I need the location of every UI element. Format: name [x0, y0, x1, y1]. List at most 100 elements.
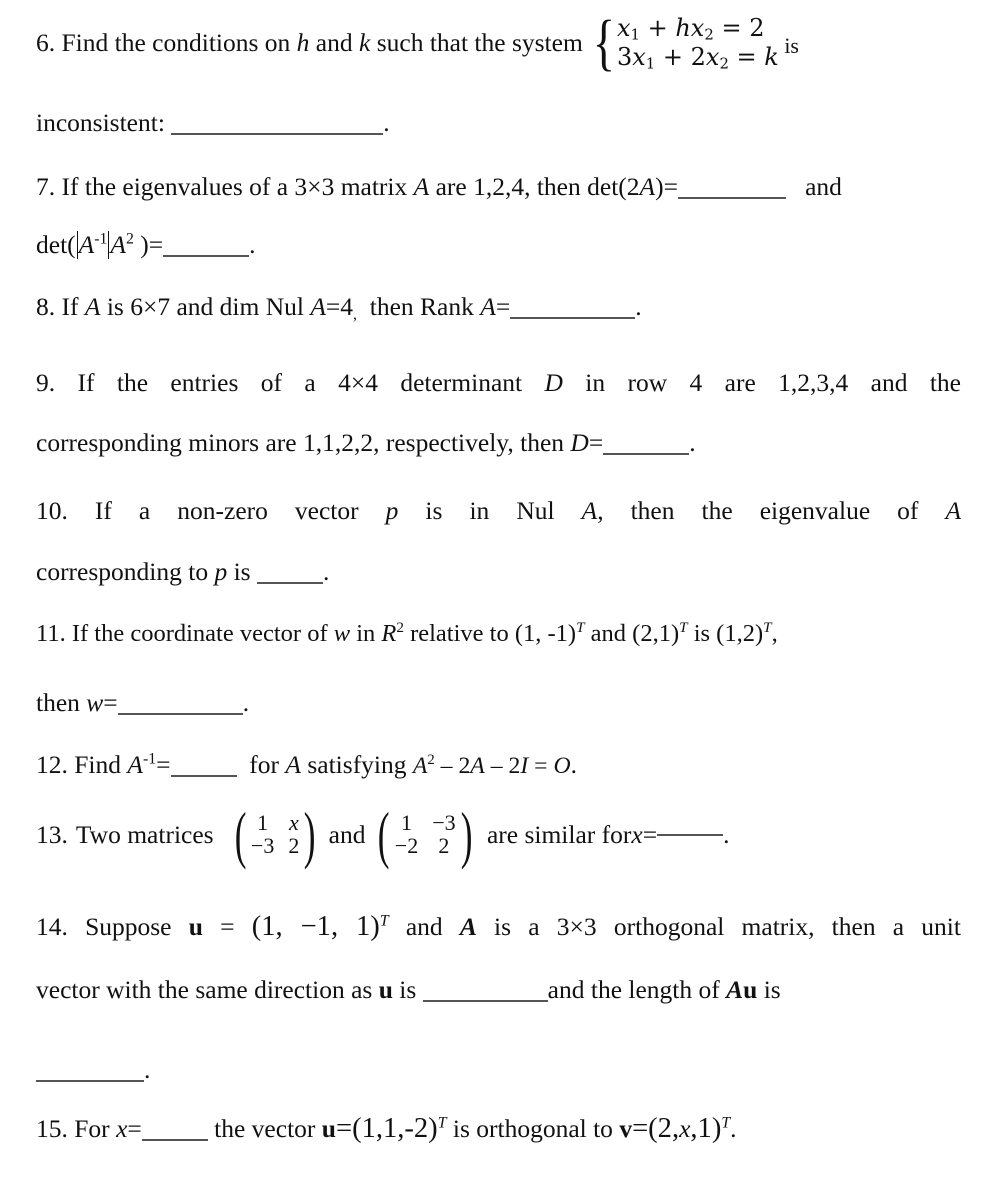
det-bar-left-icon — [76, 230, 78, 260]
question-7-line-2: det(A-1 A2 )=. — [36, 230, 256, 260]
q8-text-a: If — [61, 292, 85, 321]
q11-var-w2: w — [86, 688, 104, 717]
q11-text-a: If the coordinate vector of — [71, 620, 334, 647]
question-14-line-2: vector with the same direction as u is a… — [36, 975, 961, 1005]
q14-text-d: vector with the same direction as — [36, 975, 379, 1004]
question-14-line-3: . — [36, 1055, 961, 1085]
q8-text-c: =4 — [325, 292, 354, 321]
q10-text-b: is in Nul — [398, 496, 582, 525]
question-9-line-1: 9. If the entries of a 4×4 determinant D… — [36, 368, 961, 398]
q14-text-a: Suppose — [85, 912, 189, 941]
q9-text-b: in row 4 are 1,2,3,4 and the — [562, 368, 962, 397]
q9-var-D2: D — [570, 428, 589, 457]
question-8-number: 8. — [36, 292, 56, 321]
q14-text-f: and the length of — [547, 975, 727, 1004]
question-6-line-2: inconsistent: . — [36, 108, 961, 138]
q13-answer-blank[interactable] — [657, 834, 724, 837]
q14-var-Au-u: u — [743, 975, 758, 1004]
q13-var-x: x — [631, 820, 643, 850]
q15-text-b: the vector — [207, 1114, 322, 1143]
q7-text-c: )= — [655, 172, 678, 201]
q10-var-p2: p — [214, 557, 228, 586]
q15-period: . — [730, 1114, 737, 1143]
q6-text-is: is — [784, 33, 799, 59]
question-9: 9. If the entries of a 4×4 determinant D… — [36, 368, 961, 398]
question-10-line-1: 10. If a non-zero vector p is in Nul A, … — [36, 496, 961, 526]
q11-text-d: and (2,1) — [584, 620, 680, 647]
q11-text-b: in — [350, 620, 382, 647]
q7-var-A: A — [413, 172, 430, 201]
q14-var-u2: u — [378, 975, 393, 1004]
question-7: 7. If the eigenvalues of a 3×3 matrix A … — [36, 172, 961, 202]
question-9-number: 9. — [36, 368, 56, 397]
q7-text-a: If the eigenvalues of a 3×3 matrix — [61, 172, 414, 201]
q14-equals: = — [202, 912, 252, 941]
q7-text-and: and — [805, 172, 842, 201]
question-14-line-1: 14. Suppose u = (1, −1, 1)T and A is a 3… — [36, 911, 961, 942]
q12-eq-A: A — [412, 753, 428, 779]
q13-matrix-1: ( 1x −3 2 ) — [230, 802, 321, 866]
q13-m2-r0c1: −3 — [432, 810, 456, 835]
q10-text-a: If a non-zero vector — [94, 496, 386, 525]
right-paren-icon: ) — [460, 798, 473, 870]
q13-period: . — [723, 820, 730, 850]
q12-answer-blank[interactable] — [170, 775, 237, 777]
q13-m1-r0c0: 1 — [257, 810, 269, 835]
q11-var-R: R — [381, 620, 397, 647]
question-11-line-2: then w=. — [36, 688, 961, 718]
question-14: 14. Suppose u = (1, −1, 1)T and A is a 3… — [36, 910, 961, 944]
q12-text-c: satisfying — [300, 750, 413, 779]
q8-text-b: is 6×7 and dim Nul — [100, 292, 311, 321]
q15-var-x: x — [116, 1114, 128, 1143]
q7-answer-blank-1[interactable] — [677, 197, 786, 199]
q9-text-a: If the entries of a 4×4 determinant — [77, 368, 545, 397]
q6-answer-blank[interactable] — [171, 133, 384, 135]
q12-period: . — [570, 750, 577, 779]
q10-text-e: is — [227, 557, 257, 586]
question-11: 11. If the coordinate vector of w in R2 … — [36, 620, 961, 649]
q8-period: . — [635, 292, 642, 321]
q11-text-e: is (1,2) — [687, 620, 764, 647]
q13-m2-r1c1: 2 — [438, 833, 450, 859]
q11-text-f: then — [36, 688, 87, 717]
q7-answer-blank-2[interactable] — [163, 255, 250, 257]
q8-text-d: then Rank — [369, 292, 481, 321]
q8-var-A2: A — [310, 292, 326, 321]
question-11-number: 11. — [36, 620, 66, 647]
q7-var-A2: A — [639, 172, 656, 201]
question-12-number: 12. — [36, 750, 68, 779]
q14-answer-blank-2[interactable] — [36, 1080, 144, 1082]
question-10-line-2: corresponding to p is . — [36, 557, 961, 587]
q8-var-A: A — [84, 292, 101, 321]
q9-answer-blank[interactable] — [603, 453, 690, 455]
question-13: 13. Two matrices ( 1x −3 2 ) and ( 1 −3 −2… — [36, 798, 961, 870]
q6-period: . — [383, 108, 390, 137]
q7-period: . — [249, 230, 256, 259]
q11-answer-blank[interactable] — [117, 713, 243, 715]
q13-m1-r0c1: x — [288, 810, 299, 835]
q15-v-vector-pre: =(2, — [632, 1113, 680, 1144]
q7-text-b: are 1,2,4, then det(2 — [429, 172, 640, 201]
q12-var-A2: A — [285, 750, 301, 779]
q15-var-v: v — [619, 1114, 633, 1143]
q9-text-c: corresponding minors are 1,1,2,2, respec… — [36, 428, 571, 457]
q13-m1-r1c0: −3 — [250, 833, 275, 859]
q10-answer-blank[interactable] — [256, 582, 323, 584]
q6-inconsistent-label: inconsistent: — [36, 108, 165, 137]
q14-answer-blank-1[interactable] — [422, 1000, 548, 1002]
q15-text-c: is orthogonal to — [446, 1114, 620, 1143]
q8-answer-blank[interactable] — [510, 317, 636, 319]
question-6-line-1: 6. Find the conditions on h and k such t… — [36, 12, 961, 75]
q11-comma: , — [771, 620, 778, 647]
q15-answer-blank[interactable] — [141, 1139, 208, 1141]
q6-equation-2: 3x1 + 2x2 = k — [616, 43, 779, 73]
q14-text-g: is — [757, 975, 781, 1004]
q6-text-c: such that the system — [370, 28, 590, 58]
q13-matrix-2: ( 1 −3 −2 2 ) — [373, 798, 476, 870]
q15-var-u: u — [321, 1114, 336, 1143]
q10-period: . — [322, 557, 330, 586]
worksheet-page: 6. Find the conditions on h and k such t… — [0, 0, 995, 1200]
question-12: 12. Find A-1= for A satisfying A2 – 2A –… — [36, 750, 577, 779]
q14-var-A: A — [459, 912, 477, 941]
q10-var-p: p — [385, 496, 399, 525]
